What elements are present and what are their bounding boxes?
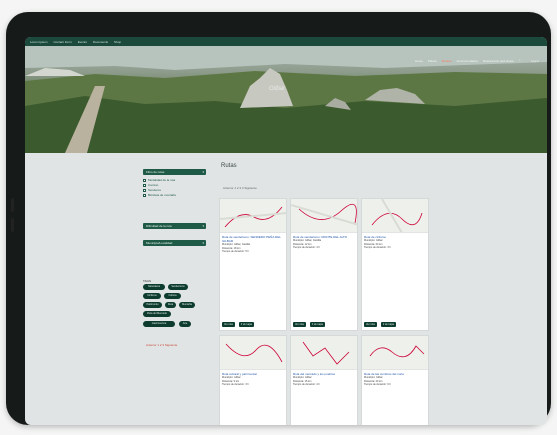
filter-routes-header[interactable]: Filtro de rutas ▾ [143,169,206,175]
checkbox[interactable] [143,178,146,182]
tablet-frame: Lorem Ipsum Contact Form Events Document… [6,12,551,425]
route-meta: Tiempo de duración: 6 h [364,383,391,386]
nav-item-accommodation[interactable]: Accommodation [456,59,478,63]
route-map-thumbnail [291,203,357,226]
route-map[interactable] [291,199,357,233]
route-meta: Tiempo de duración: 3 h [364,246,391,249]
route-map[interactable] [362,199,428,233]
screen: Lorem Ipsum Contact Form Events Document… [25,37,547,425]
tag-chip[interactable]: Senderismo [168,284,188,290]
chevron-down-icon: ▾ [202,224,204,228]
route-card[interactable]: Ruta cultural y patrimonial Municipio: G… [219,335,287,425]
municipality-title: Municipio/Localidad [146,241,173,245]
difficulty-header[interactable]: Dificultad de la ruta ▾ [143,223,206,229]
tag-chip[interactable]: Montaña [179,302,195,308]
tag-chip[interactable]: Gastronomía [143,321,175,327]
nav-item-places[interactable]: Places [428,59,437,63]
filter-option-label: Senderos [148,188,161,192]
filter-option[interactable]: Bicicleta de montaña [143,193,176,197]
pagination[interactable]: Anterior 1 2 3 4 Siguiente [223,186,257,190]
chevron-down-icon: ▾ [202,170,204,174]
tag-chip[interactable]: Arte [179,321,191,327]
sidebar-pagination[interactable]: Anterior 1 2 3 Siguiente [146,343,177,347]
nav-item-home[interactable]: Home [415,59,423,63]
route-meta: Tiempo de duración: 5 h [222,250,249,253]
topbar-link[interactable]: Lorem Ipsum [30,40,48,44]
filter-option-label: Modalidad de la ruta [148,178,176,182]
view-route-button[interactable]: Ver ruta [222,322,235,327]
page-content: Filtro de rutas ▾ Modalidad de la ruta Ca… [25,153,547,425]
go-to-map-button[interactable]: Ir al mapa [309,322,325,327]
route-card[interactable]: Ruta del mercado y los pueblos Municipio… [290,335,358,425]
login-link[interactable]: Log in [531,59,539,63]
filter-option[interactable]: Camino [143,183,158,187]
top-utility-bar: Lorem Ipsum Contact Form Events Document… [25,37,547,46]
nav-item-routes[interactable]: Routes [442,59,452,63]
filter-option[interactable]: Senderos [143,188,161,192]
search-icon[interactable]: ⌕ [519,57,526,64]
main-navigation: Home Places Routes Accommodation Restaur… [415,57,539,64]
route-meta: Tiempo de duración: 4 h [293,246,320,249]
route-card[interactable]: Ruta de senderismo: MONTE DEL ALTO Munic… [290,198,358,331]
tag-chip[interactable]: Cultura [164,293,181,299]
go-to-map-button[interactable]: Ir al mapa [238,322,254,327]
difficulty-title: Dificultad de la ruta [146,224,172,228]
checkbox[interactable] [143,188,146,192]
tablet-side-button [11,198,14,212]
page-title: Rutas [221,163,237,169]
route-meta: Tiempo de duración: 4 h [293,383,320,386]
route-card[interactable]: Ruta de las cumbres del norte Municipio:… [361,335,429,425]
route-map-thumbnail [371,199,423,232]
topbar-link[interactable]: Events [78,40,87,44]
municipality-header[interactable]: Municipio/Localidad ▾ [143,240,206,246]
route-meta: Tiempo de duración: 3 h [222,383,249,386]
route-card[interactable]: Ruta de senderismo: SENDERO PEÑA DEL GIL… [219,198,287,331]
tag-chip[interactable]: Ciclismo [143,293,161,299]
view-route-button[interactable]: Ver ruta [364,322,377,327]
tablet-side-button [11,218,14,232]
tags-title: TAGS [143,279,151,283]
topbar-link[interactable]: Contact Form [54,40,72,44]
checkbox[interactable] [143,193,146,197]
route-map-thumbnail [302,341,350,365]
chevron-down-icon: ▾ [202,241,204,245]
filter-option-label: Camino [148,183,159,187]
filter-routes-title: Filtro de rutas [146,170,165,174]
topbar-link[interactable]: Shop [114,40,121,44]
route-map[interactable] [220,336,286,370]
route-map[interactable] [291,336,357,370]
route-map[interactable] [362,336,428,370]
view-route-button[interactable]: Ver ruta [293,322,306,327]
route-map[interactable] [220,199,286,233]
route-map-thumbnail [369,345,425,358]
route-title[interactable]: Ruta de senderismo: SENDERO PEÑA DEL GIL… [220,233,286,243]
tag-chip[interactable]: Naturaleza [143,284,165,290]
site-logo[interactable]: Gilbar [269,86,285,92]
filter-option-label: Bicicleta de montaña [148,193,176,197]
checkbox[interactable] [143,183,146,187]
route-map-thumbnail [220,206,286,228]
tag-chip[interactable]: Ruta del Mercado [143,311,171,317]
tag-chip[interactable]: Patrimonio [143,302,162,308]
filter-option[interactable]: Modalidad de la ruta [143,178,175,182]
route-map-thumbnail [225,343,283,363]
tag-chip[interactable]: Ruta [165,302,176,308]
route-card[interactable]: Ruta de ciclismo Municipio: Gilbar Dista… [361,198,429,331]
nav-item-restaurants[interactable]: Restaurants and shops [483,59,514,63]
topbar-link[interactable]: Documents [93,40,108,44]
hero-banner: Gilbar Home Places Routes Accommodation … [25,46,547,153]
go-to-map-button[interactable]: Ir al mapa [380,322,396,327]
